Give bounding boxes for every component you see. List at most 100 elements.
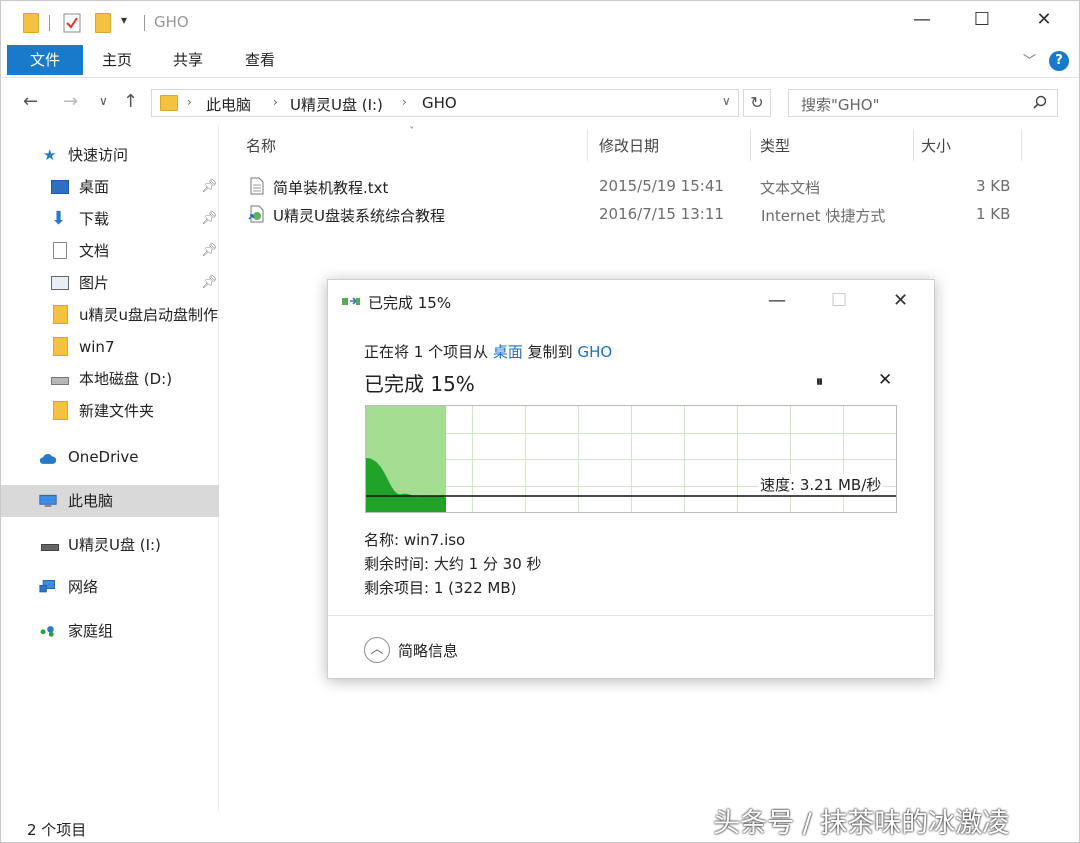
close-button[interactable]: ✕ <box>1029 9 1059 30</box>
file-type: 文本文档 <box>760 179 821 197</box>
sidebar-item-quick-access[interactable]: ★ 快速访问 <box>1 139 219 171</box>
pin-icon[interactable]: 📌︎ <box>201 235 218 267</box>
download-icon: ⬇ <box>51 208 67 229</box>
column-divider[interactable] <box>587 129 588 161</box>
back-button[interactable]: ← <box>23 91 38 112</box>
breadcrumb-arrow-icon[interactable]: › <box>273 95 278 109</box>
collapse-details-button[interactable]: ︿ <box>364 637 390 663</box>
source-link[interactable]: 桌面 <box>493 343 523 361</box>
column-header-name[interactable]: 名称 <box>246 135 276 156</box>
breadcrumb-gho[interactable]: GHO <box>422 94 457 112</box>
cancel-button[interactable]: ✕ <box>878 370 892 390</box>
copy-description-prefix: 正在将 1 个项目从 <box>364 343 489 361</box>
breadcrumb-usb-drive[interactable]: U精灵U盘 (I:) <box>290 94 383 115</box>
column-header-size[interactable]: 大小 <box>921 135 951 156</box>
folder-icon <box>53 337 68 356</box>
picture-icon <box>51 276 69 290</box>
forward-button[interactable]: → <box>63 91 78 112</box>
column-header-date[interactable]: 修改日期 <box>599 135 659 156</box>
divider <box>49 15 50 31</box>
folder-icon <box>53 401 68 420</box>
column-divider[interactable] <box>1021 129 1022 161</box>
document-icon <box>53 242 67 259</box>
progress-chart <box>366 406 896 512</box>
watermark: 头条号 / 抹茶味的冰激凌 <box>713 808 1010 839</box>
file-size: 1 KB <box>976 205 1011 223</box>
star-icon: ★ <box>43 146 57 164</box>
folder-icon <box>23 13 39 33</box>
dialog-maximize-button: ☐ <box>831 290 848 311</box>
divider <box>328 615 934 616</box>
items-remaining-line: 剩余项目: 1 (322 MB) <box>364 579 517 597</box>
column-divider[interactable] <box>913 129 914 161</box>
tab-home[interactable]: 主页 <box>102 45 132 75</box>
tab-share[interactable]: 共享 <box>173 45 203 75</box>
file-type: Internet 快捷方式 <box>761 207 886 225</box>
copy-description-mid: 复制到 <box>527 343 573 361</box>
navigation-bar: ← → ∨ ↑ › 此电脑 › U精灵U盘 (I:) › GHO ∨ ↻ 搜索"… <box>1 79 1079 125</box>
sidebar-item-documents[interactable]: 文档 📌︎ <box>1 235 219 267</box>
column-header-type[interactable]: 类型 <box>760 135 790 156</box>
new-folder-icon[interactable] <box>95 13 111 33</box>
explorer-window: ▾ GHO — ☐ ✕ 文件 主页 共享 查看 ﹀ ? ← → ∨ ↑ › 此电… <box>0 0 1080 843</box>
search-input[interactable]: 搜索"GHO" <box>801 94 880 115</box>
destination-link[interactable]: GHO <box>577 343 612 361</box>
progress-graph: 速度: 3.21 MB/秒 <box>365 405 897 513</box>
sidebar-item-this-pc[interactable]: 此电脑 <box>1 485 219 517</box>
folder-icon <box>160 95 178 111</box>
dialog-minimize-button[interactable]: — <box>768 290 786 311</box>
breadcrumb-this-pc[interactable]: 此电脑 <box>206 94 251 115</box>
help-button[interactable]: ? <box>1049 51 1069 71</box>
sidebar-item-new-folder[interactable]: 新建文件夹 <box>1 395 219 427</box>
properties-icon[interactable] <box>63 13 81 33</box>
network-icon <box>39 580 55 593</box>
address-bar[interactable]: › 此电脑 › U精灵U盘 (I:) › GHO ∨ <box>151 89 739 117</box>
tab-view[interactable]: 查看 <box>245 45 275 75</box>
cloud-icon <box>39 453 57 464</box>
sidebar-item-u-jingling-folder[interactable]: u精灵u盘启动盘制作 <box>1 299 219 331</box>
dialog-close-button[interactable]: ✕ <box>893 290 908 311</box>
column-divider[interactable] <box>750 129 751 161</box>
sidebar-item-downloads[interactable]: ⬇ 下载 📌︎ <box>1 203 219 235</box>
file-name: U精灵U盘装系统综合教程 <box>273 207 445 225</box>
title-bar: ▾ GHO — ☐ ✕ <box>1 1 1079 45</box>
sidebar-item-usb-drive[interactable]: U精灵U盘 (I:) <box>1 529 219 561</box>
search-icon[interactable] <box>1033 95 1047 109</box>
customize-toolbar-icon[interactable]: ▾ <box>121 13 127 27</box>
window-title: GHO <box>154 13 189 31</box>
text-file-icon <box>250 177 264 195</box>
recent-locations-icon[interactable]: ∨ <box>99 94 108 108</box>
up-button[interactable]: ↑ <box>123 91 138 112</box>
pin-icon[interactable]: 📌︎ <box>201 267 218 299</box>
sidebar-item-win7[interactable]: win7 <box>1 331 219 363</box>
breadcrumb-arrow-icon[interactable]: › <box>402 95 407 109</box>
minimize-button[interactable]: — <box>907 9 937 30</box>
fewer-details-label[interactable]: 简略信息 <box>398 640 458 661</box>
expand-ribbon-icon[interactable]: ﹀ <box>1023 50 1036 69</box>
desktop-icon <box>51 180 69 194</box>
item-count: 2 个项目 <box>27 821 87 839</box>
refresh-button[interactable]: ↻ <box>743 89 771 117</box>
pause-button[interactable]: ⏸ <box>816 374 823 390</box>
maximize-button[interactable]: ☐ <box>967 9 997 30</box>
navigation-pane: ★ 快速访问 桌面 📌︎ ⬇ 下载 📌︎ 文档 📌︎ 图片 📌︎ u精灵u盘启动… <box>1 125 219 811</box>
table-row[interactable]: U精灵U盘装系统综合教程 2016/7/15 13:11 Internet 快捷… <box>245 201 1045 229</box>
tab-file[interactable]: 文件 <box>7 45 83 75</box>
progress-status: 已完成 15% <box>364 372 475 396</box>
sidebar-item-pictures[interactable]: 图片 📌︎ <box>1 267 219 299</box>
pin-icon[interactable]: 📌︎ <box>201 203 218 235</box>
pin-icon[interactable]: 📌︎ <box>201 171 218 203</box>
copy-description: 正在将 1 个项目从 桌面 复制到 GHO <box>364 341 612 362</box>
sidebar-item-onedrive[interactable]: OneDrive <box>1 441 219 473</box>
search-box[interactable]: 搜索"GHO" <box>788 89 1058 117</box>
address-history-icon[interactable]: ∨ <box>722 94 731 108</box>
file-size: 3 KB <box>976 177 1011 195</box>
dialog-title: 已完成 15% <box>368 294 452 312</box>
sidebar-item-local-disk-d[interactable]: 本地磁盘 (D:) <box>1 363 219 395</box>
transfer-speed: 速度: 3.21 MB/秒 <box>758 474 884 495</box>
sidebar-item-network[interactable]: 网络 <box>1 571 219 603</box>
sidebar-item-desktop[interactable]: 桌面 📌︎ <box>1 171 219 203</box>
table-row[interactable]: 简单装机教程.txt 2015/5/19 15:41 文本文档 3 KB <box>245 173 1045 201</box>
sidebar-item-homegroup[interactable]: 家庭组 <box>1 615 219 647</box>
breadcrumb-arrow-icon[interactable]: › <box>187 95 192 109</box>
